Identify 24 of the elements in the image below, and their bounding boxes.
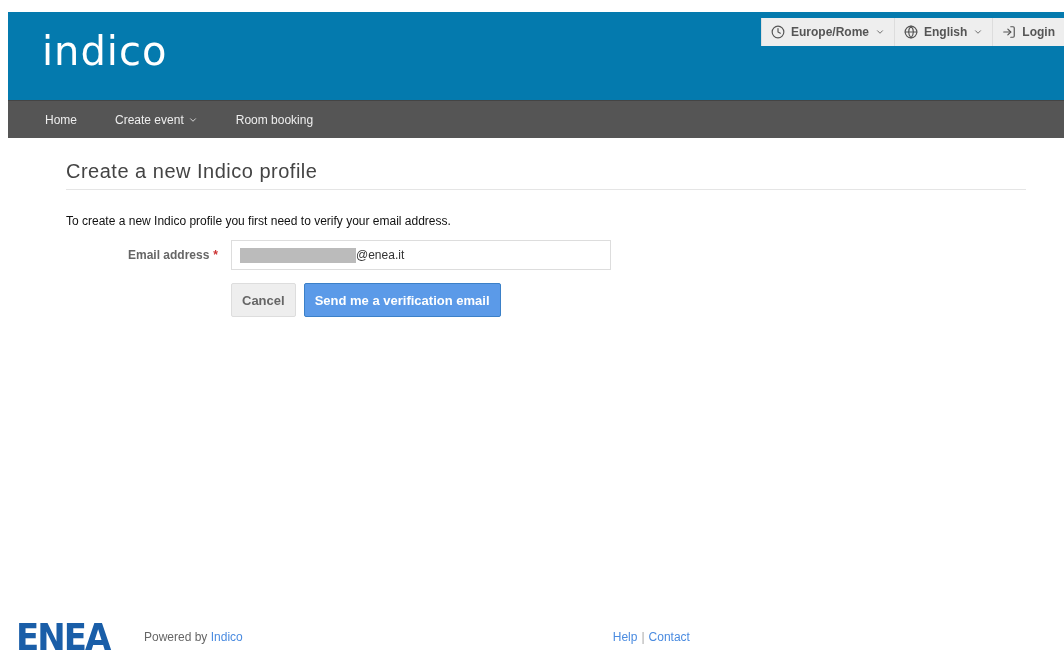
nav-link[interactable]: Create event [115,112,198,127]
powered-by-text: Powered by Indico [144,630,243,644]
footer-link[interactable]: Help [612,630,638,644]
page-title: Create a new Indico profile [66,160,1026,190]
field-value: @enea.it [356,248,405,262]
email-field[interactable]: @enea.it [231,240,611,270]
cancel-button[interactable]: Cancel [231,283,296,317]
logo[interactable]: indico [42,28,168,74]
globe-icon [904,25,918,39]
nav-link[interactable]: Room booking [235,112,314,127]
field-label: Email address * [126,248,218,262]
caret-icon [875,27,885,37]
login-icon [1002,25,1017,39]
footer-link[interactable]: Contact [648,630,690,644]
caret-icon [973,27,984,37]
indico-link[interactable]: Indico [210,630,243,644]
nav-link[interactable]: Home [45,112,77,127]
enea-logo: ENEA [16,615,110,659]
clock-icon [771,25,785,39]
timezone-button[interactable]: Europe/Rome [761,18,894,46]
separator: | [641,630,645,644]
login-button[interactable]: Login [992,18,1064,46]
intro-text: To create a new Indico profile you first need to verify your email address. [66,214,452,228]
language-button[interactable]: English [894,18,993,46]
